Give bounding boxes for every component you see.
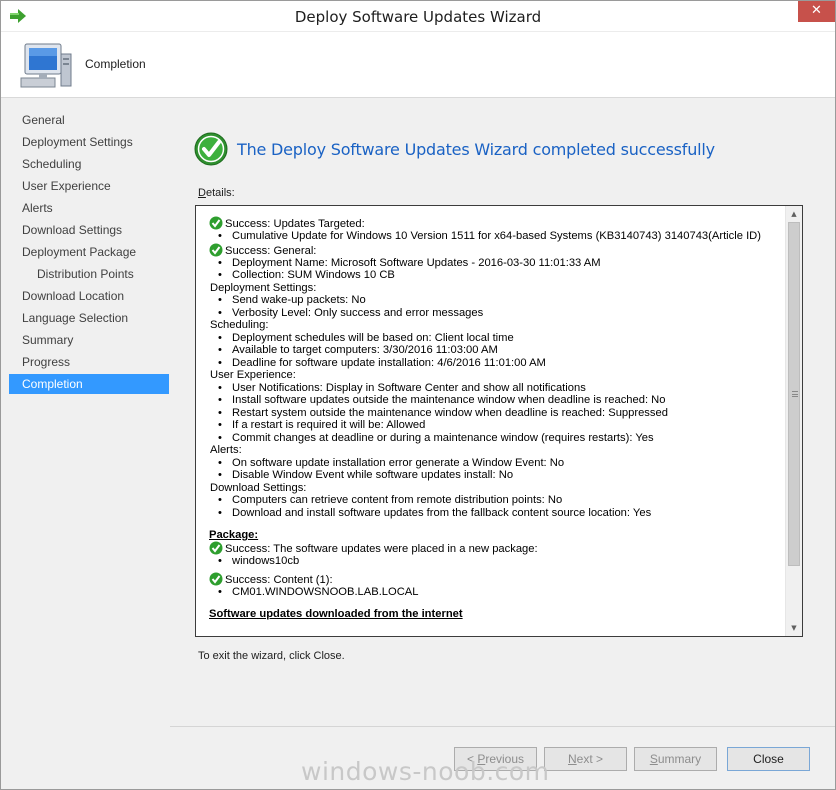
nav-item-user-experience[interactable]: User Experience: [9, 176, 169, 196]
wizard-header: Completion: [1, 32, 835, 97]
success-check-icon: [209, 243, 223, 256]
summary-button[interactable]: Summary: [634, 747, 717, 771]
detail-item: Available to target computers: 3/30/2016…: [209, 344, 785, 357]
detail-item: Cumulative Update for Windows 10 Version…: [209, 230, 785, 243]
detail-item: Install software updates outside the mai…: [209, 394, 785, 407]
details-content: Success: Updates Targeted: Cumulative Up…: [196, 206, 785, 636]
detail-item: Restart system outside the maintenance w…: [209, 407, 785, 420]
nav-item-progress[interactable]: Progress: [9, 352, 169, 372]
detail-item: User Notifications: Display in Software …: [209, 382, 785, 395]
title-bar: Deploy Software Updates Wizard ✕: [1, 1, 835, 32]
nav-item-language-selection[interactable]: Language Selection: [9, 308, 169, 328]
nav-item-distribution-points[interactable]: Distribution Points: [9, 264, 169, 284]
wizard-window: Deploy Software Updates Wizard ✕ Complet…: [0, 0, 836, 790]
detail-section: User Experience:: [210, 369, 296, 381]
detail-success-content: Success: Content (1):: [209, 572, 785, 586]
nav-item-alerts[interactable]: Alerts: [9, 198, 169, 218]
detail-section: Deployment Settings:: [210, 281, 317, 294]
nav-item-deployment-package[interactable]: Deployment Package: [9, 242, 169, 262]
detail-item: On software update installation error ge…: [209, 457, 785, 470]
detail-downloaded-heading: Software updates downloaded from the int…: [209, 608, 463, 620]
success-check-icon: [209, 572, 223, 585]
detail-item: Commit changes at deadline or during a m…: [209, 432, 785, 445]
nav-item-summary[interactable]: Summary: [9, 330, 169, 350]
nav-item-scheduling[interactable]: Scheduling: [9, 154, 169, 174]
next-button[interactable]: Next >: [544, 747, 627, 771]
success-check-icon: [209, 541, 223, 555]
computer-icon: [20, 43, 72, 88]
footer-divider: [170, 726, 835, 727]
detail-item: Disable Window Event while software upda…: [209, 469, 785, 482]
detail-package-heading: Package:: [209, 529, 259, 541]
watermark-text: windows-noob.com: [301, 757, 550, 786]
detail-item: Verbosity Level: Only success and error …: [209, 307, 785, 320]
scroll-up-arrow-icon[interactable]: ▲: [786, 206, 802, 222]
detail-success-package: Success: The software updates were place…: [209, 541, 785, 555]
wizard-nav: General Deployment Settings Scheduling U…: [1, 97, 170, 789]
detail-item: Deadline for software update installatio…: [209, 357, 785, 370]
details-textbox[interactable]: Success: Updates Targeted: Cumulative Up…: [195, 205, 803, 637]
wizard-main: The Deploy Software Updates Wizard compl…: [170, 97, 835, 789]
detail-item: If a restart is required it will be: All…: [209, 419, 785, 432]
detail-item: windows10cb: [209, 555, 785, 568]
scroll-down-arrow-icon[interactable]: ▼: [786, 620, 802, 636]
close-window-button[interactable]: ✕: [798, 1, 835, 22]
detail-section: Scheduling:: [210, 319, 269, 331]
nav-item-deployment-settings[interactable]: Deployment Settings: [9, 132, 169, 152]
detail-success-targeted: Success: Updates Targeted:: [209, 216, 785, 230]
nav-item-download-settings[interactable]: Download Settings: [9, 220, 169, 240]
detail-item: Download and install software updates fr…: [209, 507, 785, 520]
exit-instructions: To exit the wizard, click Close.: [198, 650, 345, 662]
detail-item: Computers can retrieve content from remo…: [209, 494, 785, 507]
detail-item: Send wake-up packets: No: [209, 294, 785, 307]
details-label: Details:: [198, 187, 235, 199]
nav-item-general[interactable]: General: [9, 110, 169, 130]
detail-success-general: Success: General:: [209, 243, 785, 257]
page-title: Completion: [85, 57, 146, 71]
nav-item-completion[interactable]: Completion: [9, 374, 169, 394]
success-check-icon: [194, 132, 228, 166]
detail-item: Deployment schedules will be based on: C…: [209, 332, 785, 345]
detail-section: Download Settings:: [210, 481, 307, 494]
close-button[interactable]: Close: [727, 747, 810, 771]
nav-item-download-location[interactable]: Download Location: [9, 286, 169, 306]
details-scrollbar[interactable]: ▲ ▼: [785, 206, 802, 636]
detail-section: Alerts:: [210, 444, 242, 456]
completion-heading: The Deploy Software Updates Wizard compl…: [237, 140, 715, 159]
scrollbar-thumb[interactable]: [788, 222, 800, 566]
detail-item: Deployment Name: Microsoft Software Upda…: [209, 257, 785, 270]
detail-item: CM01.WINDOWSNOOB.LAB.LOCAL: [209, 586, 785, 599]
detail-item: Collection: SUM Windows 10 CB: [209, 269, 785, 282]
success-check-icon: [209, 216, 223, 230]
window-title: Deploy Software Updates Wizard: [294, 8, 542, 26]
